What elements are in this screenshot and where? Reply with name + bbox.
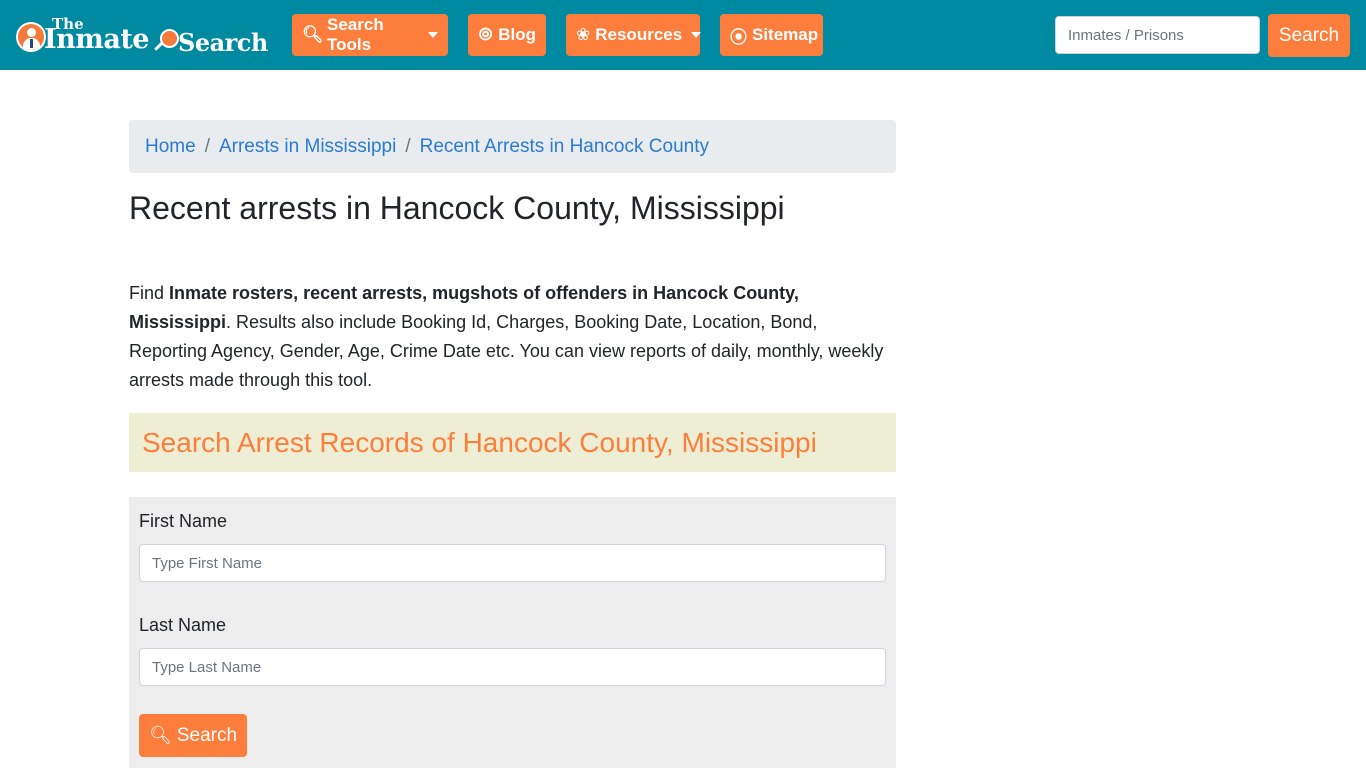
breadcrumb-separator: / bbox=[204, 135, 210, 157]
breadcrumb-home[interactable]: Home bbox=[145, 136, 196, 158]
sitemap-button[interactable]: ⦿ Sitemap bbox=[720, 14, 823, 56]
inmate-person-icon bbox=[16, 22, 46, 52]
search-icon: 🔍︎ bbox=[148, 725, 172, 745]
rss-icon: ⦿ bbox=[730, 27, 747, 47]
magnifier-icon bbox=[160, 29, 179, 48]
last-name-label: Last Name bbox=[139, 615, 227, 635]
intro-paragraph: Find Inmate rosters, recent arrests, mug… bbox=[129, 279, 896, 395]
top-search-button[interactable]: Search bbox=[1268, 14, 1350, 57]
resources-label: Resources bbox=[595, 25, 683, 44]
last-name-input[interactable] bbox=[139, 648, 886, 686]
sitemap-label: Sitemap bbox=[752, 25, 819, 44]
search-tools-label: Search Tools bbox=[327, 15, 384, 54]
search-section-header: Search Arrest Records of Hancock County,… bbox=[129, 413, 896, 472]
breadcrumb-arrests-mississippi[interactable]: Arrests in Mississippi bbox=[219, 136, 396, 158]
search-section-heading: Search Arrest Records of Hancock County,… bbox=[142, 426, 817, 458]
inmates-prisons-search-input[interactable] bbox=[1055, 16, 1260, 54]
arrest-search-button-label: Search bbox=[176, 724, 238, 746]
arrest-search-form: First Name Last Name 🔍︎ Search bbox=[129, 497, 896, 768]
logo-text-inmate: Inmate bbox=[44, 24, 149, 55]
blogger-icon: ⦾ bbox=[478, 25, 493, 44]
search-icon: 🔍︎ bbox=[302, 25, 324, 44]
blog-label: Blog bbox=[498, 25, 536, 44]
magnifier-handle bbox=[154, 42, 163, 51]
blog-button[interactable]: ⦾ Blog bbox=[468, 14, 546, 56]
logo-text-search: Search bbox=[178, 28, 268, 57]
page-title: Recent arrests in Hancock County, Missis… bbox=[129, 190, 785, 226]
arrest-search-button[interactable]: 🔍︎ Search bbox=[139, 714, 247, 757]
caret-down-icon bbox=[691, 32, 702, 38]
caret-down-icon bbox=[428, 32, 438, 38]
site-logo[interactable]: The Inmate Search bbox=[14, 14, 270, 57]
intro-suffix: . Results also include Booking Id, Charg… bbox=[129, 312, 884, 390]
intro-prefix: Find bbox=[129, 283, 170, 303]
first-name-label: First Name bbox=[139, 511, 228, 531]
breadcrumb: Home / Arrests in Mississippi / Recent A… bbox=[129, 120, 896, 173]
resources-dropdown[interactable]: ❀ Resources bbox=[566, 14, 702, 56]
leaf-icon: ❀ bbox=[576, 25, 591, 44]
breadcrumb-hancock-county[interactable]: Recent Arrests in Hancock County bbox=[420, 136, 709, 158]
breadcrumb-separator: / bbox=[405, 135, 411, 157]
navbar: The Inmate Search 🔍︎ Search Tools ⦾ Blog… bbox=[0, 0, 1366, 70]
first-name-input[interactable] bbox=[139, 544, 886, 582]
search-tools-dropdown[interactable]: 🔍︎ Search Tools bbox=[292, 14, 448, 56]
